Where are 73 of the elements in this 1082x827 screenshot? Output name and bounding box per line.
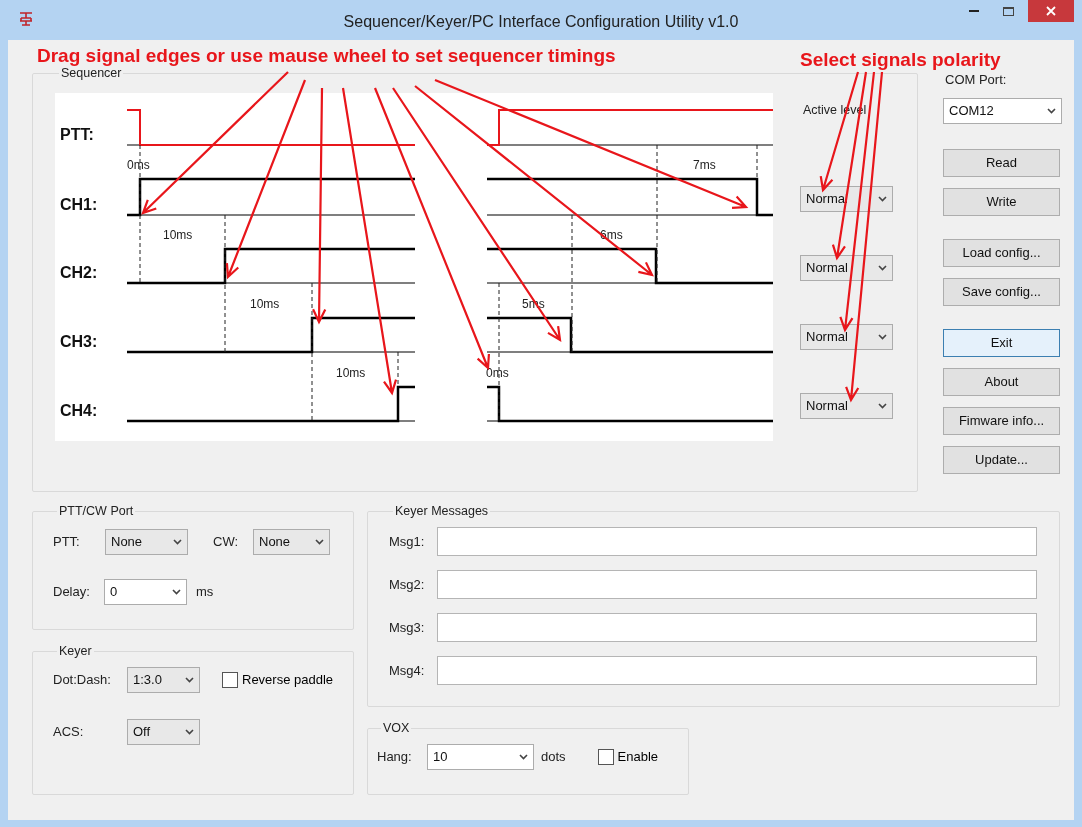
channel-label: CH4:: [60, 401, 98, 419]
message-field[interactable]: [437, 612, 1037, 642]
group-title: Keyer: [58, 643, 93, 660]
timing-label: 10ms: [250, 296, 280, 311]
dropdown[interactable]: None: [105, 528, 188, 555]
message-field[interactable]: [437, 526, 1037, 556]
chevron-down-icon: [1047, 107, 1056, 114]
message-field[interactable]: [437, 655, 1037, 685]
chevron-down-icon: [519, 753, 528, 760]
channel-label: CH2:: [60, 263, 98, 281]
chevron-down-icon: [878, 195, 887, 202]
timing-label: 10ms: [336, 365, 366, 380]
message-field[interactable]: [437, 569, 1037, 599]
field-label: Delay:: [53, 583, 91, 601]
field-label: Msg1:: [389, 532, 426, 551]
field-label: Msg2:: [389, 575, 426, 594]
field-label: ACS:: [53, 723, 85, 741]
channel-label: PTT:: [60, 125, 94, 143]
checkbox[interactable]: [597, 748, 614, 765]
group-title: Keyer Messages: [394, 503, 490, 520]
field-label: COM Port:: [945, 71, 1008, 89]
command-button[interactable]: Fimware info...: [943, 406, 1060, 435]
group-title: PTT/CW Port: [58, 503, 135, 520]
channel-label: CH3:: [60, 332, 98, 350]
command-button[interactable]: Update...: [943, 445, 1060, 474]
close-icon: [1046, 6, 1056, 16]
dropdown[interactable]: COM12: [943, 97, 1062, 124]
dropdown[interactable]: Normal: [800, 323, 893, 350]
dropdown[interactable]: 10: [427, 743, 534, 770]
dropdown[interactable]: Normal: [800, 392, 893, 419]
dropdown[interactable]: Normal: [800, 254, 893, 281]
checkbox[interactable]: [222, 671, 238, 688]
command-button[interactable]: Exit: [943, 328, 1060, 357]
chevron-down-icon: [315, 538, 324, 545]
group-title: Sequencer: [60, 66, 123, 82]
annotation-text: Select signals polarity: [800, 48, 1001, 72]
field-label: Msg3:: [389, 618, 426, 637]
timing-label: 7ms: [693, 157, 716, 172]
command-button[interactable]: Write: [943, 187, 1060, 216]
field-label: Msg4:: [389, 661, 426, 680]
chevron-down-icon: [878, 333, 887, 340]
window-title: Sequencer/Keyer/PC Interface Configuration Utility v1.0: [343, 12, 739, 32]
command-button[interactable]: Load config...: [943, 238, 1060, 267]
command-button[interactable]: Save config...: [943, 277, 1060, 306]
channel-label: CH1:: [60, 195, 98, 213]
chevron-down-icon: [172, 588, 181, 595]
checkbox-label: Reverse paddle: [242, 671, 334, 689]
app-icon: [18, 11, 34, 27]
field-label: Hang:: [377, 748, 413, 766]
checkbox-label: Enable: [617, 748, 659, 766]
chevron-down-icon: [878, 402, 887, 409]
timing-label: 0ms: [486, 365, 509, 380]
timing-label: 0ms: [127, 157, 150, 172]
dropdown[interactable]: 0: [104, 578, 187, 605]
field-label: Dot:Dash:: [53, 671, 112, 689]
timing-label: 10ms: [163, 227, 193, 242]
chevron-down-icon: [185, 676, 194, 683]
group-title: VOX: [382, 720, 411, 737]
command-button[interactable]: About: [943, 367, 1060, 396]
field-label: PTT:: [53, 533, 81, 551]
close-button[interactable]: [1028, 0, 1074, 22]
dropdown[interactable]: None: [253, 528, 330, 555]
chevron-down-icon: [185, 728, 194, 735]
dropdown[interactable]: Off: [127, 718, 200, 745]
command-button[interactable]: Read: [943, 148, 1060, 177]
field-label: dots: [541, 748, 566, 766]
timing-label: 6ms: [600, 227, 623, 242]
annotation-text: Drag signal edges or use mause wheel to set sequencer timings: [37, 44, 616, 68]
chevron-down-icon: [878, 264, 887, 271]
chevron-down-icon: [173, 538, 182, 545]
field-label: ms: [196, 583, 214, 601]
field-label: CW:: [213, 533, 240, 551]
dropdown[interactable]: 1:3.0: [127, 666, 200, 693]
